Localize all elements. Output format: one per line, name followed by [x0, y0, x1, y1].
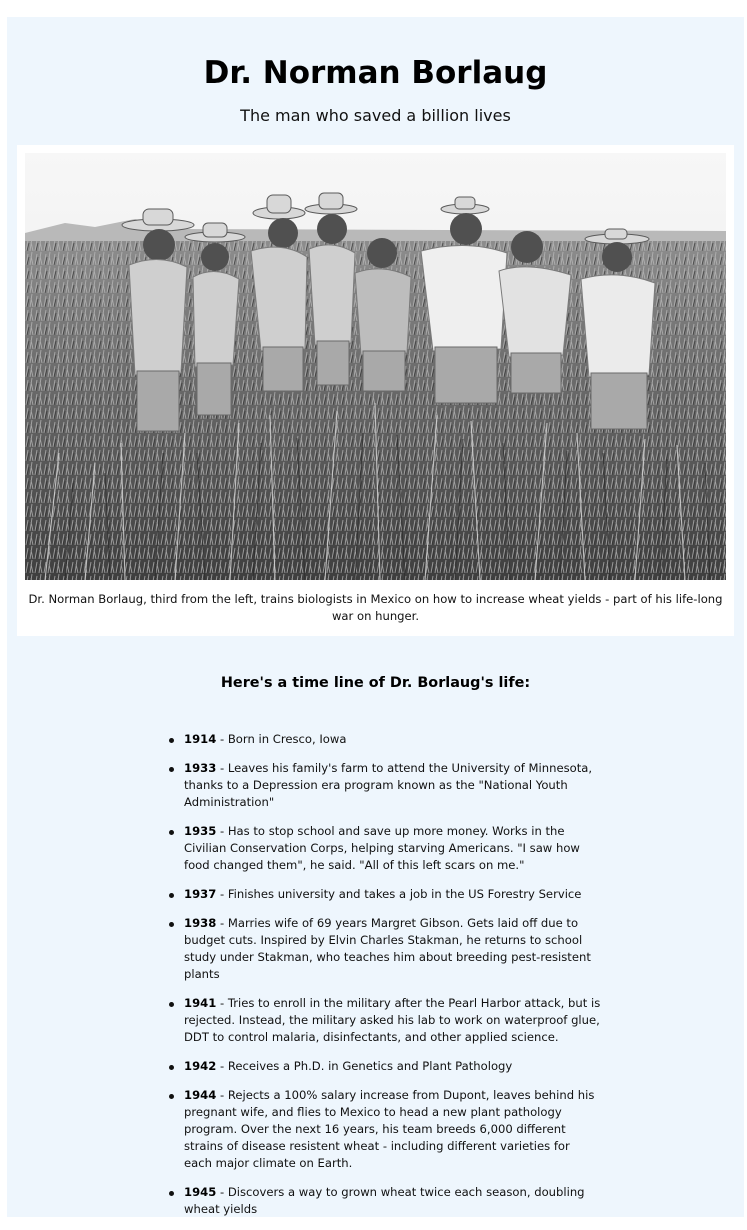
bullet-icon: [169, 767, 174, 772]
timeline-year: 1945: [184, 1185, 217, 1199]
timeline-item: 1944 - Rejects a 100% salary increase fr…: [169, 1087, 601, 1172]
page-title: Dr. Norman Borlaug: [203, 55, 548, 91]
bullet-icon: [169, 738, 174, 743]
timeline-year: 1942: [184, 1059, 217, 1073]
timeline-text: - Leaves his family's farm to attend the…: [184, 761, 593, 809]
timeline-item: 1937 - Finishes university and takes a j…: [169, 886, 601, 903]
borlaug-photo: [25, 153, 726, 580]
timeline-text: - Receives a Ph.D. in Genetics and Plant…: [216, 1059, 513, 1073]
timeline-item: 1942 - Receives a Ph.D. in Genetics and …: [169, 1058, 601, 1075]
timeline-text: - Has to stop school and save up more mo…: [184, 824, 580, 872]
timeline-list: 1914 - Born in Cresco, Iowa 1933 - Leaves…: [169, 731, 601, 1230]
timeline-year: 1944: [184, 1088, 217, 1102]
bullet-icon: [169, 830, 174, 835]
tribute-page: Dr. Norman Borlaug The man who saved a b…: [7, 17, 744, 1217]
timeline-text: - Discovers a way to grown wheat twice e…: [184, 1185, 585, 1216]
timeline-item: 1945 - Discovers a way to grown wheat tw…: [169, 1184, 601, 1218]
timeline-year: 1935: [184, 824, 217, 838]
timeline-item: 1938 - Marries wife of 69 years Margret …: [169, 915, 601, 983]
timeline-year: 1941: [184, 996, 217, 1010]
image-container: Dr. Norman Borlaug, third from the left,…: [17, 145, 734, 636]
timeline-text: - Born in Cresco, Iowa: [216, 732, 347, 746]
timeline-item: 1941 - Tries to enroll in the military a…: [169, 995, 601, 1046]
timeline-heading: Here's a time line of Dr. Borlaug's life…: [220, 675, 531, 691]
timeline-text: - Rejects a 100% salary increase from Du…: [184, 1088, 595, 1170]
timeline-year: 1933: [184, 761, 217, 775]
bullet-icon: [169, 1191, 174, 1196]
timeline-year: 1937: [184, 887, 217, 901]
timeline-text: - Finishes university and takes a job in…: [216, 887, 582, 901]
timeline-text: - Marries wife of 69 years Margret Gibso…: [184, 916, 591, 981]
timeline-text: - Tries to enroll in the military after …: [184, 996, 601, 1044]
timeline-year: 1938: [184, 916, 217, 930]
timeline-item: 1933 - Leaves his family's farm to atten…: [169, 760, 601, 811]
timeline-item: 1935 - Has to stop school and save up mo…: [169, 823, 601, 874]
page-subtitle: The man who saved a billion lives: [240, 106, 511, 125]
image-caption: Dr. Norman Borlaug, third from the left,…: [28, 592, 723, 623]
bullet-icon: [169, 1065, 174, 1070]
bullet-icon: [169, 1094, 174, 1099]
bullet-icon: [169, 893, 174, 898]
bullet-icon: [169, 1002, 174, 1007]
timeline-item: 1914 - Born in Cresco, Iowa: [169, 731, 601, 748]
bullet-icon: [169, 922, 174, 927]
timeline-year: 1914: [184, 732, 217, 746]
